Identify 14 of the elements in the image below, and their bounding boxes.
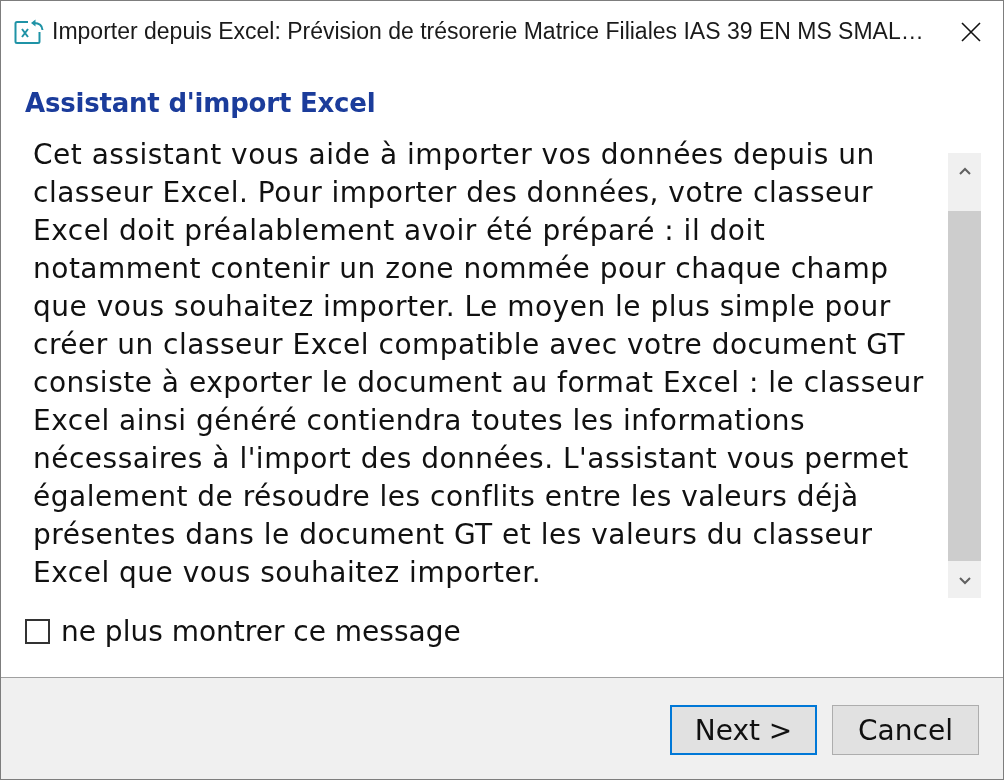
next-button[interactable]: Next > [670,705,817,755]
scroll-thumb[interactable] [948,211,981,561]
wizard-heading: Assistant d'import Excel [25,87,377,120]
close-icon [961,21,981,42]
close-button[interactable] [961,21,981,42]
sheet-import-icon [14,18,44,45]
window-title: Importer depuis Excel: Prévision de trésorerie Matrice Filiales IAS 39 EN MS SMAL… [52,18,925,45]
chevron-down-icon [958,576,971,585]
scrollbar[interactable] [948,153,981,598]
checkbox[interactable] [25,618,50,644]
chevron-up-icon [958,166,971,175]
description-text: Cet assistant vous aide à importer vos données depuis un classeur Excel. Pour importer des données, votre classeur Excel doit préalablement avoir été préparé : il doit notamment contenir un zone nommée pour chaque champ que vous souhaitez importer. Le moyen le plus simple pour créer un classeur Excel compatible avec votre document GT consiste à exporter le document au format Excel : le classeur Excel ainsi généré contiendra toutes les informations nécessaires à l'import des données. L'assistant vous permet également de résoudre les conflits entre les valeurs déjà présentes dans le document GT et les valeurs du classeur Excel que vous souhaitez importer. [33,137,925,591]
checkbox-label[interactable]: ne plus montrer ce message [61,614,461,648]
cancel-button[interactable]: Cancel [832,705,979,755]
